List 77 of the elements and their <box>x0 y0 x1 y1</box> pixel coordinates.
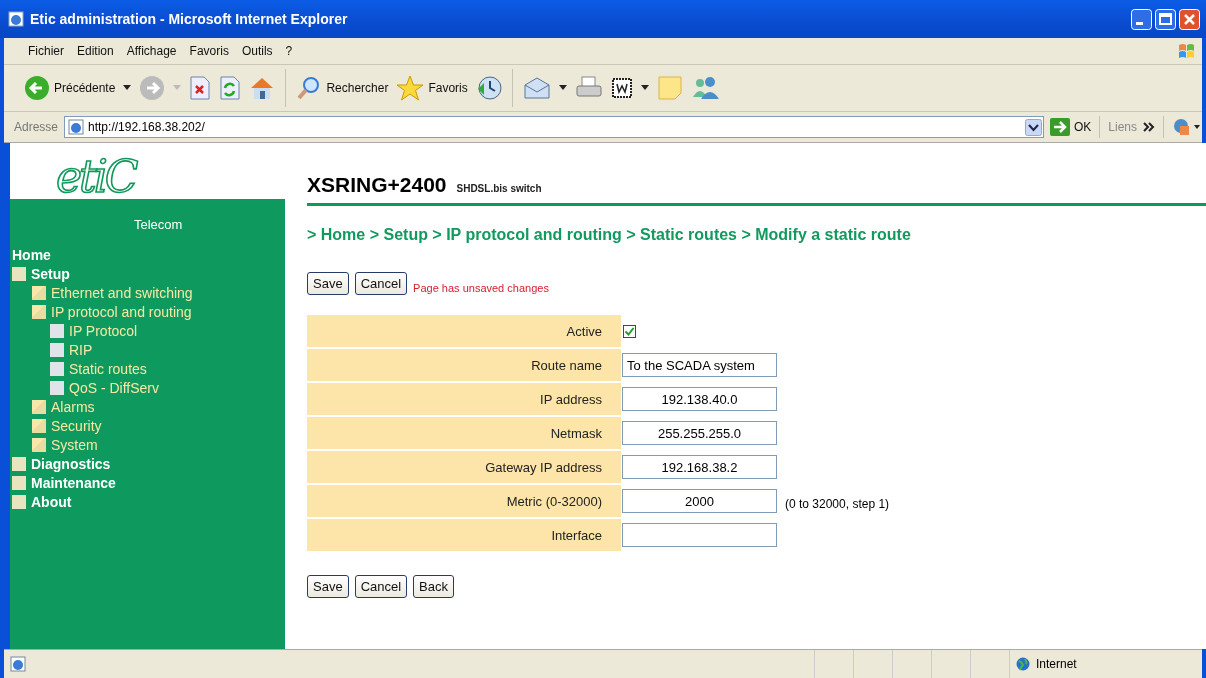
minimize-button[interactable] <box>1131 8 1152 30</box>
edit-document-icon[interactable] <box>610 77 633 99</box>
menu-item[interactable]: Fichier <box>28 44 64 58</box>
unsaved-warning: Page has unsaved changes <box>413 282 549 294</box>
field-label: Active <box>307 315 617 347</box>
globe-icon <box>1016 657 1030 671</box>
breadcrumb: > Home > Setup > IP protocol and routing > Static routes > Modify a static route <box>307 226 912 244</box>
form-button[interactable]: Cancel <box>354 272 408 295</box>
field-label: Route name <box>307 349 617 381</box>
form-button[interactable]: Cancel <box>354 575 408 598</box>
field-label: Interface <box>307 519 617 551</box>
folder-icon <box>12 456 26 471</box>
window-title: Etic administration - Microsoft Internet Explorer <box>30 11 349 27</box>
address-field[interactable]: http://192.168.38.202/ <box>64 116 1044 138</box>
field-label: Metric (0-32000) <box>307 485 617 517</box>
input-field[interactable]: 255.255.255.0 <box>622 421 777 445</box>
page-icon <box>68 119 85 135</box>
people-icon[interactable] <box>690 75 719 101</box>
folder-icon <box>32 418 46 433</box>
form-button[interactable]: Save <box>307 575 349 598</box>
address-label: Adresse <box>14 120 59 134</box>
input-field[interactable]: 192.168.38.2 <box>622 455 777 479</box>
dropdown-arrow-icon[interactable] <box>123 85 132 91</box>
go-arrow-icon <box>1049 118 1070 136</box>
favorites-button[interactable]: Favoris <box>396 75 468 101</box>
dropdown-arrow-icon[interactable] <box>640 85 649 91</box>
chevron-icon[interactable] <box>1143 121 1155 133</box>
close-button[interactable] <box>1179 8 1200 30</box>
nav-link[interactable]: Diagnostics <box>31 455 111 472</box>
folder-icon <box>32 437 46 452</box>
stop-icon[interactable] <box>189 76 212 100</box>
folder-icon <box>32 285 46 300</box>
folder-icon <box>12 475 26 490</box>
maximize-button[interactable] <box>1155 8 1176 30</box>
page-icon <box>50 342 64 357</box>
page-icon <box>50 361 64 376</box>
logo-mark: etiC <box>56 151 136 203</box>
page-icon <box>10 656 26 672</box>
checkbox[interactable] <box>623 324 636 338</box>
menu-item[interactable]: Favoris <box>189 44 229 58</box>
field-label: IP address <box>307 383 617 415</box>
field-label: Netmask <box>307 417 617 449</box>
logo-subtitle: Telecom <box>134 217 183 232</box>
mail-icon[interactable] <box>522 76 551 100</box>
page-icon <box>50 380 64 395</box>
form-button[interactable]: Back <box>413 575 454 598</box>
search-button[interactable]: Rechercher <box>296 75 389 101</box>
product-subtitle: SHDSL.bis switch <box>456 183 542 194</box>
nav-link[interactable]: Setup <box>31 265 70 282</box>
dropdown-button[interactable] <box>1024 118 1042 136</box>
input-field[interactable]: 2000 <box>622 489 777 513</box>
input-field[interactable] <box>622 523 777 547</box>
folder-icon <box>12 494 26 509</box>
menu-item[interactable]: ? <box>285 44 293 58</box>
input-field[interactable]: 192.138.40.0 <box>622 387 777 411</box>
menu-item[interactable]: Affichage <box>126 44 177 58</box>
input-field[interactable]: To the SCADA system <box>622 353 777 377</box>
refresh-icon[interactable] <box>219 76 242 100</box>
browser-icon[interactable] <box>8 11 24 27</box>
folder-icon <box>12 266 26 281</box>
field-label: Gateway IP address <box>307 451 617 483</box>
page-icon <box>50 323 64 338</box>
nav-link[interactable]: Maintenance <box>31 474 116 491</box>
nav-link[interactable]: Home <box>12 246 51 263</box>
menu-item[interactable]: Outils <box>241 44 273 58</box>
folder-icon <box>32 399 46 414</box>
previous-page-button[interactable]: Précédente <box>24 75 116 101</box>
nav-link[interactable]: About <box>31 493 72 510</box>
history-icon[interactable] <box>475 75 502 101</box>
folder-icon <box>32 304 46 319</box>
star-icon[interactable] <box>396 75 425 101</box>
security-zone: Internet <box>1036 657 1077 671</box>
menu-item[interactable]: Edition <box>77 44 114 58</box>
form-button[interactable]: Save <box>307 272 349 295</box>
go-button[interactable]: OK <box>1049 118 1092 136</box>
dropdown-arrow-icon[interactable] <box>558 85 567 91</box>
product-title: XSRING+2400 <box>307 173 447 197</box>
